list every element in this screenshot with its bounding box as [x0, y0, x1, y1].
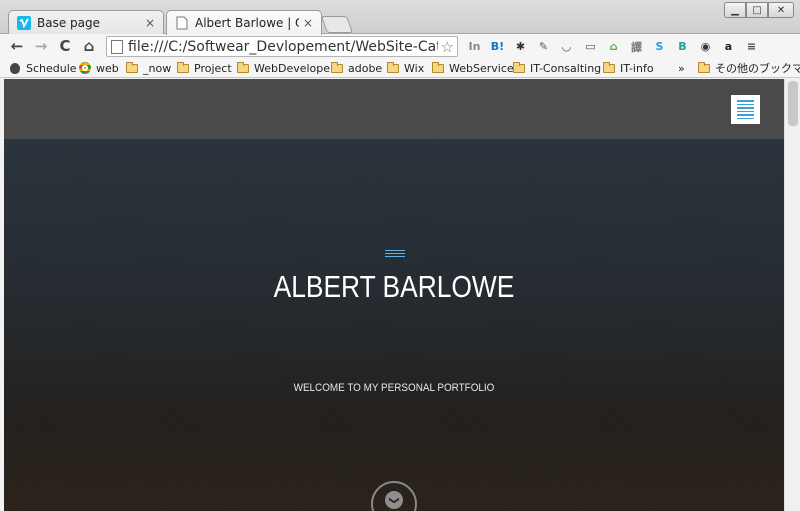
bookmark-label: Wix	[404, 61, 425, 75]
tab-base-page[interactable]: Base page ×	[8, 10, 164, 35]
home-icon[interactable]: ⌂	[80, 37, 98, 55]
folder-icon	[387, 61, 399, 73]
reload-icon[interactable]: C	[56, 37, 74, 55]
window-controls: ▁ □ ✕	[724, 2, 794, 18]
chevron-down-icon: ❯	[385, 491, 403, 509]
maximize-button[interactable]: □	[746, 2, 768, 18]
url-text[interactable]: file:///C:/Softwear_Devlopement/WebSite-…	[128, 39, 438, 55]
forward-icon[interactable]: →	[32, 37, 50, 55]
address-bar[interactable]: file:///C:/Softwear_Devlopement/WebSite-…	[106, 36, 458, 57]
bookmark-label: IT-info	[620, 61, 654, 75]
folder-icon	[513, 61, 525, 73]
folder-icon	[126, 61, 138, 73]
bookmark-it-info[interactable]: IT-info	[603, 60, 654, 76]
bookmark-web[interactable]: web	[79, 60, 119, 76]
star-icon[interactable]: ☆	[438, 38, 457, 56]
hero-subtitle: WELCOME TO MY PERSONAL PORTFOLIO	[293, 382, 495, 394]
hero-title: ALBERT BARLOWE	[273, 269, 515, 304]
folder-icon	[331, 61, 343, 73]
cast-icon[interactable]: ▭	[582, 38, 599, 55]
bookmark-label: WebDeveloper	[254, 61, 335, 75]
teal-extension-icon[interactable]: B	[674, 38, 691, 55]
bookmark-webdeveloper[interactable]: WebDeveloper	[237, 60, 335, 76]
circle-extension-icon[interactable]: ◉	[697, 38, 714, 55]
folder-icon	[237, 61, 249, 73]
page-viewport: ALBERT BARLOWE WELCOME TO MY PERSONAL PO…	[4, 79, 784, 511]
window-close-button[interactable]: ✕	[768, 2, 794, 18]
tab-albert-barlowe[interactable]: Albert Barlowe | Onepa ×	[166, 10, 322, 35]
site-header	[4, 79, 784, 139]
amazon-icon[interactable]: a	[720, 38, 737, 55]
bookmark-label: IT-Consalting	[530, 61, 602, 75]
new-tab-button[interactable]	[320, 16, 354, 33]
skype-icon[interactable]: S	[651, 38, 668, 55]
hamburger-menu-button[interactable]	[731, 95, 760, 124]
hero-decoration-icon	[385, 250, 405, 257]
hero-section: ALBERT BARLOWE WELCOME TO MY PERSONAL PO…	[4, 139, 784, 511]
bookmark-label: WebService	[449, 61, 514, 75]
tab-strip: Base page × Albert Barlowe | Onepa × ▁ □…	[0, 0, 800, 35]
translate-icon[interactable]: 譯	[628, 38, 645, 55]
bookmark-label: Schedule	[26, 61, 77, 75]
bookmark-wix[interactable]: Wix	[387, 60, 424, 76]
gear-extension-icon[interactable]: ✱	[512, 38, 529, 55]
bookmark-label: Project	[194, 61, 232, 75]
tab-title: Albert Barlowe | Onepa	[195, 16, 299, 30]
folder-icon	[177, 61, 189, 73]
bookmark-label: _now	[143, 61, 172, 75]
browser-toolbar: ← → C ⌂ file:///C:/Softwear_Devlopement/…	[0, 34, 800, 58]
bookmark-webservice[interactable]: WebService	[432, 60, 514, 76]
chrome-menu-icon[interactable]: ≡	[743, 38, 760, 55]
folder-icon	[698, 61, 710, 73]
bookmark-project[interactable]: Project	[177, 60, 232, 76]
bookmark-it-consalting[interactable]: IT-Consalting	[513, 60, 601, 76]
folder-icon	[432, 61, 444, 73]
bookmark-now[interactable]: _now	[126, 60, 171, 76]
bookmark-adobe[interactable]: adobe	[331, 60, 382, 76]
other-bookmarks-label: その他のブックマーク	[715, 62, 800, 75]
chrome-icon	[79, 62, 91, 74]
vimeo-icon	[17, 16, 31, 30]
evernote-icon[interactable]: ✎	[535, 38, 552, 55]
close-icon[interactable]: ×	[303, 16, 313, 30]
green-extension-icon[interactable]: ⌂	[605, 38, 622, 55]
apple-icon	[10, 62, 20, 74]
bookmark-label: adobe	[348, 61, 383, 75]
minimize-button[interactable]: ▁	[724, 2, 746, 18]
bookmark-schedule[interactable]: Schedule	[10, 60, 77, 76]
page-icon	[175, 16, 189, 30]
hatena-bookmark-icon[interactable]: B!	[489, 38, 506, 55]
back-icon[interactable]: ←	[8, 37, 26, 55]
bookmark-label: web	[96, 61, 119, 75]
folder-icon	[603, 61, 615, 73]
instapaper-icon[interactable]: In	[466, 38, 483, 55]
close-icon[interactable]: ×	[145, 16, 155, 30]
vertical-scrollbar[interactable]	[784, 79, 800, 511]
tab-title: Base page	[37, 16, 101, 30]
bookmarks-bar: Schedule web _now Project WebDeveloper adobe W…	[0, 58, 800, 78]
page-icon	[111, 39, 123, 54]
scrollbar-thumb[interactable]	[788, 81, 798, 126]
pocket-icon[interactable]: ◡	[558, 38, 575, 55]
bookmarks-overflow-button[interactable]: »	[678, 60, 685, 76]
other-bookmarks-folder[interactable]: その他のブックマーク	[698, 60, 800, 76]
